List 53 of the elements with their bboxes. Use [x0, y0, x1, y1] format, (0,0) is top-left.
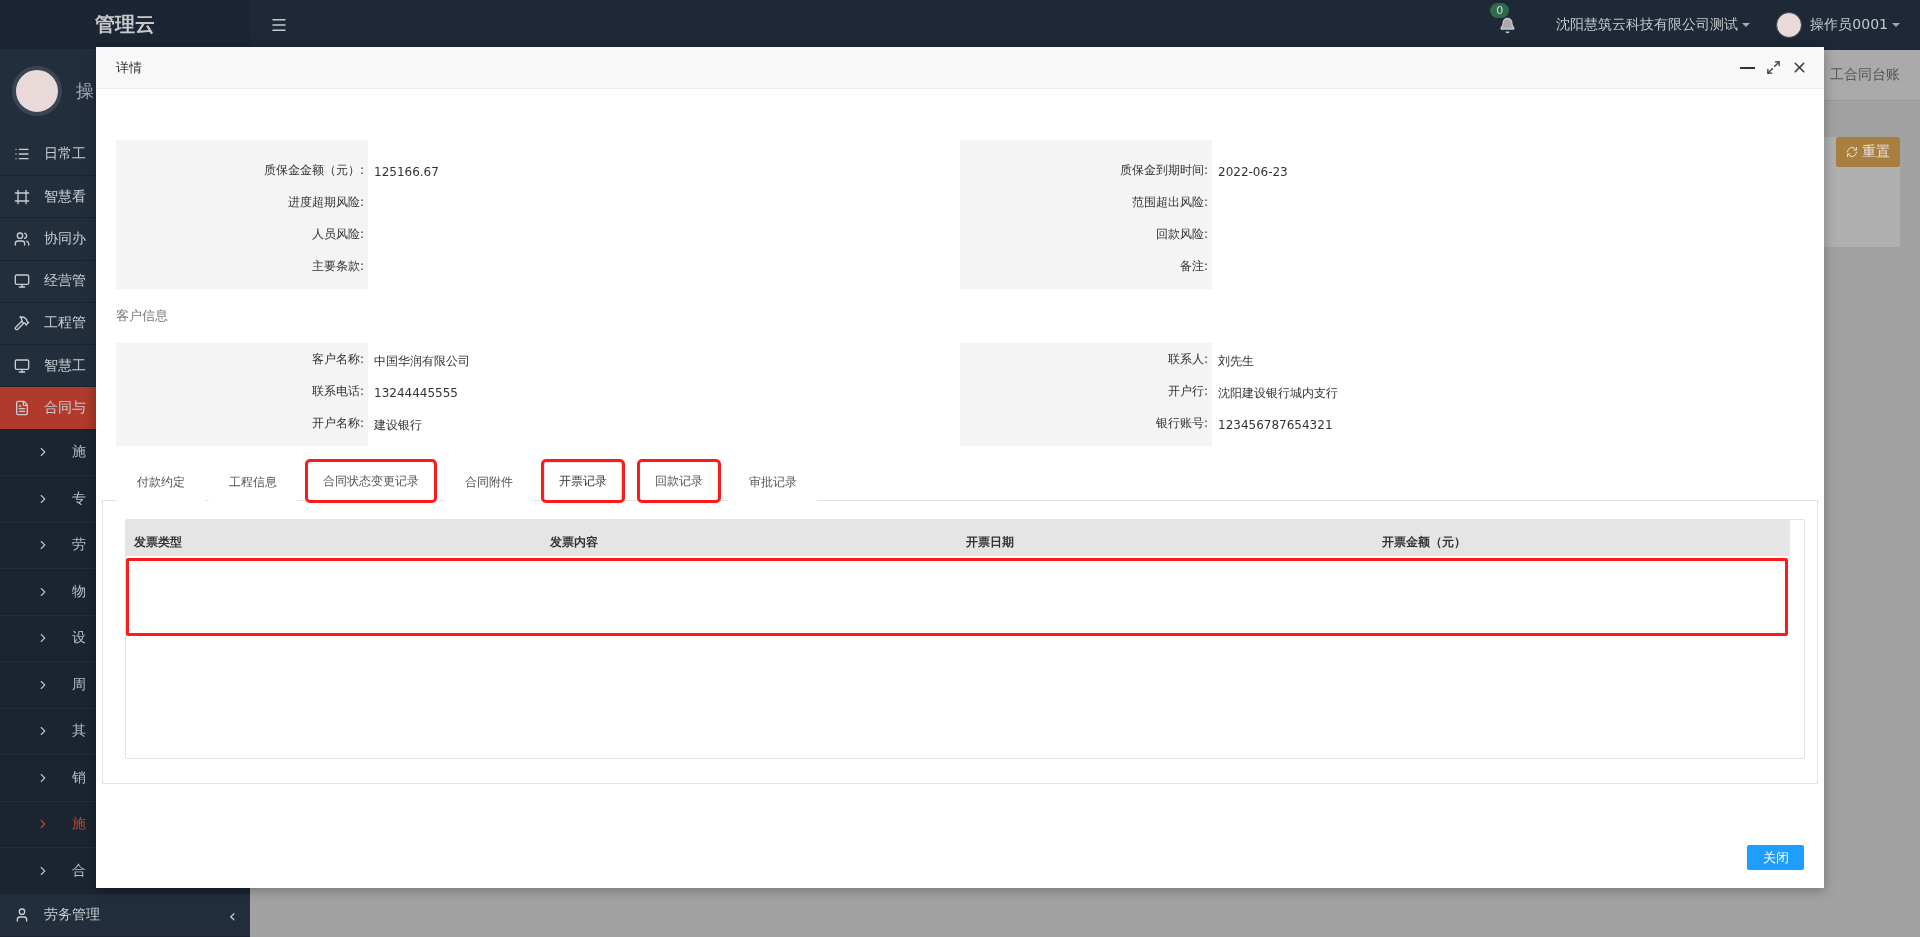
field-label: 质保金到期时间: — [1118, 162, 1209, 179]
document-icon — [14, 400, 30, 416]
field-value: 125166.67 — [373, 164, 440, 181]
sidebar-item[interactable]: 劳务管理 ‹ — [0, 894, 250, 937]
users-icon — [14, 230, 30, 247]
field-label: 进度超期风险: — [286, 194, 365, 211]
frame-icon — [14, 188, 30, 205]
maximize-button[interactable] — [1764, 58, 1783, 77]
minimize-icon — [1740, 66, 1755, 69]
field-value: 沈阳建设银行城内支行 — [1217, 385, 1339, 402]
menu-icon[interactable] — [270, 16, 288, 34]
bell-icon[interactable] — [1499, 16, 1517, 34]
column-header: 开票金额（元） — [1381, 534, 1467, 551]
user-menu[interactable]: 操作员0001 — [1810, 16, 1900, 34]
column-header: 发票类型 — [133, 534, 183, 551]
monitor-icon — [14, 273, 30, 290]
field-label: 银行账号: — [1154, 415, 1209, 432]
field-value: 建设银行 — [373, 417, 423, 434]
field-value: 中国华润有限公司 — [373, 353, 471, 370]
maximize-icon — [1766, 60, 1781, 75]
tab[interactable]: 回款记录 — [640, 462, 718, 500]
field-label: 联系电话: — [310, 383, 365, 400]
column-header: 发票内容 — [549, 534, 599, 551]
field-label: 开户行: — [1166, 383, 1209, 400]
field-label: 客户名称: — [310, 351, 365, 368]
field-label: 备注: — [1178, 258, 1209, 275]
company-switcher[interactable]: 沈阳慧筑云科技有限公司测试 — [1556, 16, 1751, 34]
expand-arrow: ‹ — [228, 904, 236, 926]
app-logo: 管理云 — [0, 0, 250, 50]
field-value: 2022-06-23 — [1217, 164, 1289, 181]
field-label: 质保金金额（元）: — [262, 162, 365, 179]
section-title: 客户信息 — [116, 307, 169, 325]
notification-badge: 0 — [1490, 2, 1510, 18]
avatar — [12, 66, 62, 117]
field-value: 刘先生 — [1217, 353, 1255, 370]
profile-name: 操 — [76, 79, 94, 104]
field-label: 人员风险: — [310, 226, 365, 243]
user-avatar — [1776, 12, 1803, 38]
column-header: 开票日期 — [965, 534, 1015, 551]
field-label: 联系人: — [1166, 351, 1209, 368]
monitor-icon — [14, 357, 30, 374]
tab[interactable]: 开票记录 — [544, 462, 622, 500]
field-label: 主要条款: — [310, 258, 365, 275]
field-label: 开户名称: — [310, 415, 365, 432]
field-value: 123456787654321 — [1217, 417, 1334, 434]
hammer-icon — [14, 315, 30, 332]
person-icon — [14, 907, 30, 924]
dialog-title: 详情 — [116, 58, 143, 77]
tab[interactable]: 合同状态变更记录 — [308, 462, 434, 500]
field-label: 回款风险: — [1154, 226, 1209, 243]
refresh-icon — [1846, 146, 1858, 158]
field-label: 范围超出风险: — [1130, 194, 1209, 211]
field-value: 13244445555 — [373, 385, 459, 402]
